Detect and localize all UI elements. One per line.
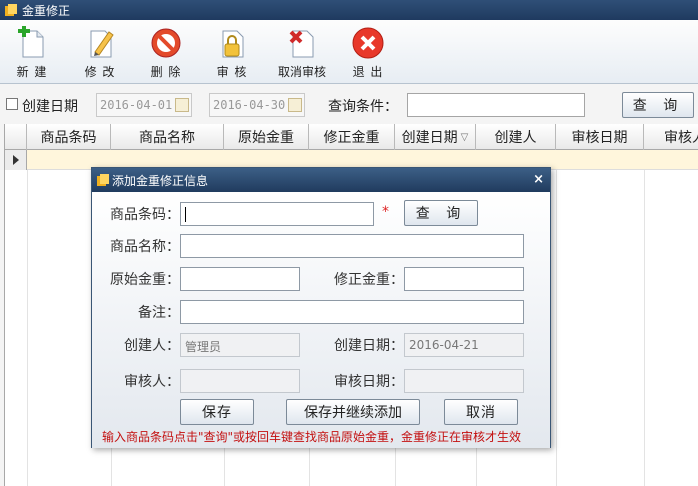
exit-close-icon bbox=[352, 27, 384, 59]
col-fixed-weight[interactable]: 修正金重 bbox=[309, 124, 395, 150]
creator-field: 管理员 bbox=[180, 333, 300, 357]
cancel-button[interactable]: 取消 bbox=[444, 399, 518, 425]
cancel-document-icon bbox=[289, 30, 314, 58]
barcode-input[interactable] bbox=[180, 202, 374, 226]
app-icon bbox=[5, 4, 17, 16]
query-button[interactable]: 查 询 bbox=[404, 200, 478, 226]
approve-date-field bbox=[404, 369, 524, 393]
approve-date-label: 审核日期： bbox=[334, 374, 404, 390]
save-and-continue-button[interactable]: 保存并继续添加 bbox=[286, 399, 420, 425]
required-mark: * bbox=[382, 204, 389, 220]
hint-text: 输入商品条码点击"查询"或按回车键查找商品原始金重，金重修正在审核才生效 bbox=[102, 430, 522, 444]
new-button[interactable]: 新 建 bbox=[10, 26, 54, 82]
sort-desc-icon: ▽ bbox=[460, 131, 469, 143]
app-icon bbox=[97, 174, 109, 186]
dialog-title: 添加金重修正信息 bbox=[112, 173, 209, 188]
col-barcode[interactable]: 商品条码 bbox=[27, 124, 111, 150]
col-approver[interactable]: 审核人 bbox=[644, 124, 698, 150]
approve-button[interactable]: 审 核 bbox=[210, 26, 254, 82]
remark-input[interactable] bbox=[180, 300, 524, 324]
col-creator[interactable]: 创建人 bbox=[476, 124, 556, 150]
dialog-titlebar: 添加金重修正信息 × bbox=[92, 168, 550, 192]
col-approve-date[interactable]: 审核日期 bbox=[556, 124, 644, 150]
edit-pencil-icon bbox=[90, 30, 114, 58]
date-from-input[interactable]: 2016-04-01 bbox=[96, 93, 192, 117]
remark-label: 备注： bbox=[138, 305, 180, 321]
fixed-weight-input[interactable] bbox=[404, 267, 524, 291]
delete-forbid-icon bbox=[151, 28, 181, 58]
delete-button[interactable]: 删 除 bbox=[144, 26, 188, 82]
close-icon[interactable]: × bbox=[533, 172, 544, 187]
save-button[interactable]: 保存 bbox=[180, 399, 254, 425]
creator-label: 创建人： bbox=[124, 338, 180, 354]
date-to-input[interactable]: 2016-04-30 bbox=[209, 93, 305, 117]
lock-icon bbox=[222, 30, 244, 58]
dialog-body: 商品条码： * 查 询 商品名称： 原始金重： 修正金重： 备注： 创建人： 管… bbox=[92, 192, 550, 448]
edit-button[interactable]: 修 改 bbox=[78, 26, 122, 82]
window-titlebar: 金重修正 bbox=[0, 0, 698, 20]
col-original-weight[interactable]: 原始金重 bbox=[224, 124, 309, 150]
cancel-approve-button[interactable]: 取消审核 bbox=[274, 26, 330, 82]
created-date-checkbox[interactable] bbox=[6, 98, 18, 110]
search-button[interactable]: 查 询 bbox=[622, 92, 694, 118]
fixed-weight-label: 修正金重： bbox=[334, 272, 404, 288]
add-weight-fix-dialog: 添加金重修正信息 × 商品条码： * 查 询 商品名称： 原始金重： 修正金重：… bbox=[91, 167, 551, 448]
query-condition-label: 查询条件： bbox=[328, 99, 398, 115]
grid-header: 商品条码 商品名称 原始金重 修正金重 创建日期 ▽ 创建人 审核日期 审核人 bbox=[5, 124, 698, 150]
calendar-icon[interactable] bbox=[175, 98, 189, 112]
col-product-name[interactable]: 商品名称 bbox=[111, 124, 224, 150]
original-weight-label: 原始金重： bbox=[110, 272, 180, 288]
calendar-icon[interactable] bbox=[288, 98, 302, 112]
filter-row: 创建日期 2016-04-01 2016-04-30 查询条件： 查 询 bbox=[0, 90, 698, 122]
create-date-field: 2016-04-21 bbox=[404, 333, 524, 357]
current-row-arrow-icon bbox=[13, 155, 19, 165]
col-create-date[interactable]: 创建日期 ▽ bbox=[395, 124, 476, 150]
query-condition-input[interactable] bbox=[407, 93, 585, 117]
window-title: 金重修正 bbox=[22, 3, 71, 18]
original-weight-input[interactable] bbox=[180, 267, 300, 291]
product-name-label: 商品名称： bbox=[110, 239, 180, 255]
approver-field bbox=[180, 369, 300, 393]
text-caret bbox=[185, 207, 186, 222]
product-name-input[interactable] bbox=[180, 234, 524, 258]
new-document-icon bbox=[18, 26, 44, 58]
barcode-label: 商品条码： bbox=[110, 207, 180, 223]
create-date-label: 创建日期： bbox=[334, 338, 404, 354]
exit-button[interactable]: 退 出 bbox=[346, 26, 390, 82]
row-header[interactable] bbox=[5, 150, 27, 170]
grid-corner bbox=[5, 124, 27, 150]
created-date-label: 创建日期 bbox=[22, 99, 78, 115]
approver-label: 审核人： bbox=[124, 374, 180, 390]
toolbar: 新 建 修 改 删 除 审 核 取消审核 退 出 bbox=[0, 20, 698, 84]
